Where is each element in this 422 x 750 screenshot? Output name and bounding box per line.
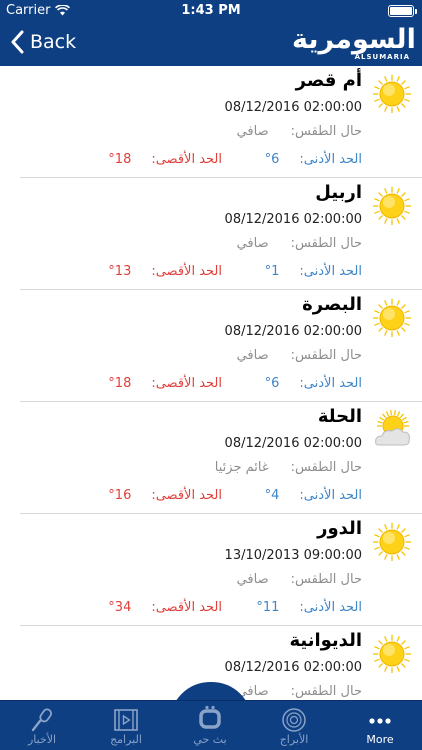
condition-label: حال الطقس: — [290, 684, 362, 699]
min-label: الحد الأدنى: — [299, 600, 362, 615]
city-name: الحلة — [317, 406, 362, 427]
clock: 1:43 PM — [181, 3, 241, 18]
sun-icon — [372, 522, 412, 562]
logo-latin: ALSUMARIA — [354, 53, 410, 61]
max-value: 13° — [108, 264, 132, 279]
weather-row[interactable]: أم قصر 08/12/2016 02:00:00 حال الطقس: صافي ا… — [0, 66, 422, 178]
max-value: 34° — [108, 600, 132, 615]
min-label: الحد الأدنى: — [299, 152, 362, 167]
max-value: 16° — [108, 488, 132, 503]
max-label: الحد الأقصى: — [151, 488, 222, 503]
max-temperature: الحد الأقصى: 18° — [108, 152, 222, 167]
max-temperature: الحد الأقصى: 34° — [108, 600, 222, 615]
tab-live[interactable]: بث حي — [168, 701, 252, 750]
observation-date: 08/12/2016 02:00:00 — [224, 100, 362, 115]
min-value: 6° — [264, 152, 280, 167]
max-value: 18° — [108, 152, 132, 167]
live-icon — [199, 705, 221, 729]
max-value: 18° — [108, 376, 132, 391]
tab-news[interactable]: الأخبار — [0, 701, 84, 750]
tab-bar: الأخبار البرامج بث حي الأبراج More — [0, 700, 422, 750]
alsumaria-logo: السومرية ALSUMARIA — [292, 24, 417, 64]
min-value: 4° — [264, 488, 280, 503]
tab-programs-label: البرامج — [110, 733, 142, 746]
city-name: الدور — [317, 518, 362, 539]
condition: حال الطقس: صافي — [237, 348, 362, 363]
observation-date: 08/12/2016 02:00:00 — [224, 436, 362, 451]
min-label: الحد الأدنى: — [299, 488, 362, 503]
min-label: الحد الأدنى: — [299, 264, 362, 279]
min-temperature: الحد الأدنى: 1° — [265, 264, 362, 279]
condition: حال الطقس: صافي — [237, 236, 362, 251]
condition: حال الطقس:صافي — [237, 684, 362, 699]
min-value: 11° — [256, 600, 280, 615]
condition-label: حال الطقس: — [290, 572, 362, 587]
tab-live-label: بث حي — [193, 733, 227, 746]
back-button[interactable]: Back — [10, 30, 76, 54]
condition-value: صافي — [236, 236, 269, 251]
observation-date: 08/12/2016 02:00:00 — [224, 660, 362, 675]
max-temperature: الحد الأقصى: 16° — [108, 488, 222, 503]
min-temperature: الحد الأدنى: 11° — [256, 600, 362, 615]
condition-value: صافي — [236, 572, 269, 587]
min-temperature: الحد الأدنى: 4° — [265, 488, 362, 503]
min-label: الحد الأدنى: — [299, 376, 362, 391]
weather-list[interactable]: أم قصر 08/12/2016 02:00:00 حال الطقس:صافي ا… — [0, 66, 422, 700]
min-value: 1° — [264, 264, 280, 279]
navigation-bar: Back السومرية ALSUMARIA — [0, 22, 422, 66]
min-temperature: الحد الأدنى: 6° — [265, 152, 362, 167]
tab-more-label: More — [366, 733, 394, 746]
condition-value: صافي — [236, 124, 269, 139]
condition: حال الطقس: صافي — [237, 124, 362, 139]
battery-icon — [388, 5, 417, 17]
more-icon — [369, 718, 391, 724]
observation-date: 08/12/2016 02:00:00 — [224, 212, 362, 227]
condition-label: حال الطقس: — [290, 460, 362, 475]
microphone-icon — [31, 708, 53, 732]
sun-icon — [372, 186, 412, 226]
tab-horoscope[interactable]: الأبراج — [252, 701, 336, 750]
city-name: اربيل — [315, 182, 362, 203]
weather-row[interactable]: الدور 13/10/2013 09:00:00 حال الطقس: صافي ال… — [0, 514, 422, 626]
tab-horoscope-label: الأبراج — [279, 733, 309, 746]
sun-icon — [372, 74, 412, 114]
max-label: الحد الأقصى: — [151, 600, 222, 615]
sun-icon — [372, 298, 412, 338]
min-temperature: الحد الأدنى: 6° — [265, 376, 362, 391]
tab-programs[interactable]: البرامج — [84, 701, 168, 750]
weather-row[interactable]: البصرة 08/12/2016 02:00:00 حال الطقس: صافي ا… — [0, 290, 422, 402]
condition-label: حال الطقس: — [290, 124, 362, 139]
condition-label: حال الطقس: — [290, 236, 362, 251]
condition-label: حال الطقس: — [290, 348, 362, 363]
city-name: البصرة — [302, 294, 362, 315]
condition-value: غائم جزئيا — [214, 460, 269, 475]
max-label: الحد الأقصى: — [151, 264, 222, 279]
film-icon — [114, 709, 138, 731]
condition: حال الطقس: غائم جزئيا — [215, 460, 362, 475]
max-label: الحد الأقصى: — [151, 152, 222, 167]
partly-cloudy-icon — [372, 410, 412, 450]
logo-arabic: السومرية — [292, 24, 417, 55]
tab-more[interactable]: More — [338, 701, 422, 750]
top-bar: Carrier 1:43 PM Back السومرية ALSUMARIA — [0, 0, 422, 66]
weather-row[interactable]: الحلة 08/12/2016 02:00:00 حال الطقس: غائم ج… — [0, 402, 422, 514]
zodiac-icon — [282, 708, 306, 732]
city-name: الديوانية — [289, 630, 362, 651]
tab-news-label: الأخبار — [27, 733, 57, 746]
sun-icon — [372, 634, 412, 674]
min-value: 6° — [264, 376, 280, 391]
max-temperature: الحد الأقصى: 18° — [108, 376, 222, 391]
back-label: Back — [30, 31, 77, 53]
observation-date: 08/12/2016 02:00:00 — [224, 324, 362, 339]
chevron-left-icon — [11, 30, 24, 54]
weather-row[interactable]: اربيل 08/12/2016 02:00:00 حال الطقس: صافي ال… — [0, 178, 422, 290]
city-name: أم قصر — [295, 70, 362, 91]
max-label: الحد الأقصى: — [151, 376, 222, 391]
condition: حال الطقس: صافي — [237, 572, 362, 587]
observation-date: 13/10/2013 09:00:00 — [224, 548, 362, 563]
condition-value: صافي — [236, 348, 269, 363]
status-bar: Carrier 1:43 PM — [0, 0, 422, 22]
max-temperature: الحد الأقصى: 13° — [108, 264, 222, 279]
